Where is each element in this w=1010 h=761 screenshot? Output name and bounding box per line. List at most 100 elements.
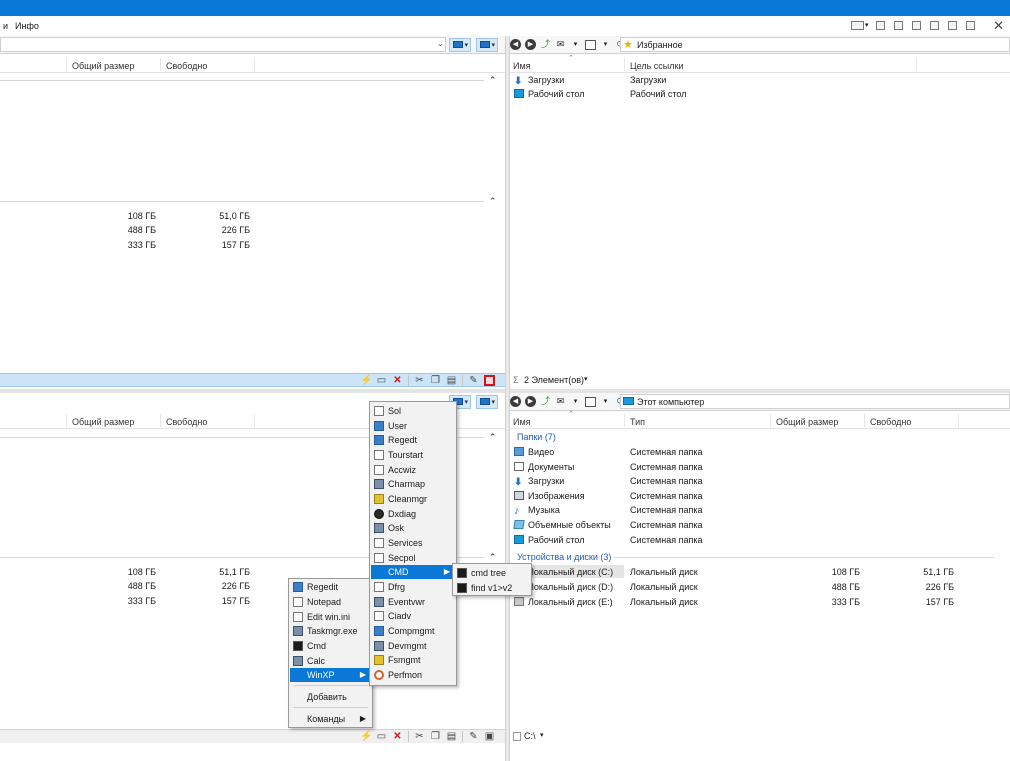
menu-item-cmd[interactable]: Cmd <box>290 639 371 653</box>
paste-icon[interactable]: ▤ <box>446 731 457 742</box>
rename-icon[interactable]: ▭ <box>376 731 387 742</box>
chevron-down-icon[interactable]: ▾ <box>600 39 611 50</box>
menu-item-fsmgmt[interactable]: Fsmgmt <box>371 653 455 667</box>
up-folder-icon[interactable]: ⤴ <box>540 396 551 407</box>
menu-item-winxp[interactable]: WinXP ▶ <box>290 668 371 682</box>
close-icon[interactable]: ✕ <box>993 19 1004 32</box>
layout-3-icon[interactable] <box>912 21 921 30</box>
menu-item-user[interactable]: User <box>371 419 455 433</box>
chevron-down-icon[interactable]: ▾ <box>600 396 611 407</box>
list-item[interactable]: Видео <box>514 447 554 457</box>
view-grid-icon[interactable] <box>585 39 596 50</box>
forward-icon[interactable]: ▶ <box>525 39 536 50</box>
collapse-group-icon[interactable]: ⌃ <box>489 432 497 443</box>
menu-item-taskmgr[interactable]: Taskmgr.exe <box>290 624 371 638</box>
back-icon[interactable]: ◀ <box>510 396 521 407</box>
list-item[interactable]: ♪ Музыка <box>514 505 560 517</box>
list-item[interactable]: Рабочий стол <box>514 535 585 545</box>
column-total-size[interactable]: Общий размер <box>72 417 134 427</box>
menu-item-dfrg[interactable]: Dfrg <box>371 580 455 594</box>
close-panel-icon[interactable] <box>484 375 495 386</box>
menu-item-cmd-tree[interactable]: cmd tree <box>454 566 530 580</box>
back-icon[interactable]: ◀ <box>510 39 521 50</box>
menu-item-accwiz[interactable]: Accwiz <box>371 463 455 477</box>
menu-item-dxdiag[interactable]: Dxdiag <box>371 507 455 521</box>
menu-item-osk[interactable]: Osk <box>371 521 455 535</box>
properties-icon[interactable]: ✎ <box>468 731 479 742</box>
bookmark-icon[interactable]: ✉ <box>555 396 566 407</box>
menu-item-notepad[interactable]: Notepad <box>290 595 371 609</box>
menu-item-perfmon[interactable]: Perfmon <box>371 668 455 682</box>
list-item[interactable]: Рабочий стол <box>514 89 585 99</box>
column-free[interactable]: Свободно <box>870 417 911 427</box>
group-label-drives[interactable]: Устройства и диски (3) <box>517 552 611 562</box>
chevron-down-icon[interactable]: ▾ <box>865 21 869 29</box>
menu-item-sol[interactable]: Sol <box>371 404 455 418</box>
column-total-size[interactable]: Общий размер <box>72 61 134 71</box>
list-item[interactable]: ⬇ Загрузки <box>514 476 564 488</box>
list-item[interactable]: Объемные объекты <box>513 520 611 530</box>
menu-item-services[interactable]: Services <box>371 536 455 550</box>
column-link-target[interactable]: Цель ссылки <box>630 61 684 71</box>
chevron-down-icon[interactable]: ▾ <box>540 731 544 739</box>
layout-menu-icon[interactable] <box>851 21 864 30</box>
menu-item-regedit[interactable]: Regedit <box>290 580 371 594</box>
list-item[interactable]: ⬇ Загрузки <box>514 75 564 87</box>
view-mode-button-2[interactable]: ▾ <box>476 395 498 409</box>
menu-item-info[interactable]: Инфо <box>15 21 39 31</box>
menu-item-calc[interactable]: Calc <box>290 654 371 668</box>
bookmark-icon[interactable]: ✉ <box>555 39 566 50</box>
cut-icon[interactable]: ✂ <box>414 731 425 742</box>
menu-item-charmap[interactable]: Charmap <box>371 477 455 491</box>
menu-item-secpol[interactable]: Secpol <box>371 551 455 565</box>
menu-item-compmgmt[interactable]: Compmgmt <box>371 624 455 638</box>
menu-item-tourstart[interactable]: Tourstart <box>371 448 455 462</box>
chevron-down-icon[interactable]: ▾ <box>570 396 581 407</box>
list-item[interactable]: Изображения <box>514 491 585 501</box>
menu-item-regedt[interactable]: Regedt <box>371 433 455 447</box>
menu-item-partial[interactable]: и <box>3 21 8 31</box>
menu-item-commands[interactable]: Команды ▶ <box>290 712 371 726</box>
column-free[interactable]: Свободно <box>166 417 207 427</box>
paste-icon[interactable]: ▤ <box>446 375 457 386</box>
lightning-icon[interactable]: ⚡ <box>360 731 372 742</box>
layout-2-icon[interactable] <box>894 21 903 30</box>
column-total-size[interactable]: Общий размер <box>776 417 838 427</box>
properties-icon[interactable]: ✎ <box>468 375 479 386</box>
forward-icon[interactable]: ▶ <box>525 396 536 407</box>
view-mode-button[interactable]: ▾ <box>449 38 471 52</box>
menu-item-add[interactable]: Добавить <box>290 690 371 704</box>
menu-item-devmgmt[interactable]: Devmgmt <box>371 639 455 653</box>
layout-5-icon[interactable] <box>948 21 957 30</box>
menu-item-find[interactable]: find v1>v2 <box>454 581 530 595</box>
layout-4-icon[interactable] <box>930 21 939 30</box>
layout-6-icon[interactable] <box>966 21 975 30</box>
chevron-down-icon[interactable]: ▾ <box>584 375 588 383</box>
copy-icon[interactable]: ❐ <box>430 731 441 742</box>
delete-icon[interactable]: ✕ <box>392 731 403 742</box>
delete-icon[interactable]: ✕ <box>392 375 403 386</box>
chevron-down-icon[interactable]: ⌄ <box>437 39 444 48</box>
collapse-group-icon[interactable]: ⌃ <box>489 552 497 563</box>
column-free[interactable]: Свободно <box>166 61 207 71</box>
rename-icon[interactable]: ▭ <box>376 375 387 386</box>
collapse-group-icon[interactable]: ⌃ <box>489 196 497 207</box>
list-item[interactable]: Документы <box>514 462 574 472</box>
top-right-path-input[interactable]: ★ Избранное <box>620 37 1010 52</box>
layout-1-icon[interactable] <box>876 21 885 30</box>
menu-item-cleanmgr[interactable]: Cleanmgr <box>371 492 455 506</box>
vertical-splitter[interactable] <box>505 36 510 761</box>
menu-item-ciadv[interactable]: Ciadv <box>371 609 455 623</box>
close-panel-icon[interactable]: ▣ <box>484 731 495 742</box>
up-folder-icon[interactable]: ⤴ <box>540 39 551 50</box>
menu-item-eventvwr[interactable]: Eventvwr <box>371 595 455 609</box>
menu-item-cmd-submenu[interactable]: CMD ▶ <box>371 565 455 579</box>
column-type[interactable]: Тип <box>630 417 645 427</box>
view-mode-button-2[interactable]: ▾ <box>476 38 498 52</box>
lightning-icon[interactable]: ⚡ <box>360 375 372 386</box>
chevron-down-icon[interactable]: ▾ <box>570 39 581 50</box>
drive-row[interactable]: Локальный диск (E:) <box>514 597 613 607</box>
column-name[interactable]: Имя <box>513 61 531 71</box>
menu-item-edit-win-ini[interactable]: Edit win.ini <box>290 610 371 624</box>
cut-icon[interactable]: ✂ <box>414 375 425 386</box>
